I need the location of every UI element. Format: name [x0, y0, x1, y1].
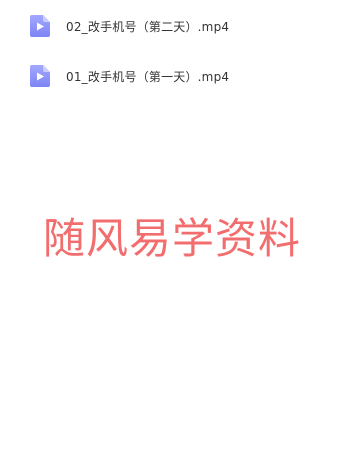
file-name[interactable]: 01_改手机号（第一天）.mp4 — [66, 68, 229, 85]
file-name[interactable]: 02_改手机号（第二天）.mp4 — [66, 18, 229, 35]
file-row-video-day2[interactable]: 02_改手机号（第二天）.mp4 — [30, 14, 330, 38]
video-file-icon — [30, 65, 50, 87]
watermark-text: 随风易学资料 — [42, 214, 301, 263]
video-file-icon — [30, 15, 50, 37]
file-row-video-day1[interactable]: 01_改手机号（第一天）.mp4 — [30, 64, 330, 88]
